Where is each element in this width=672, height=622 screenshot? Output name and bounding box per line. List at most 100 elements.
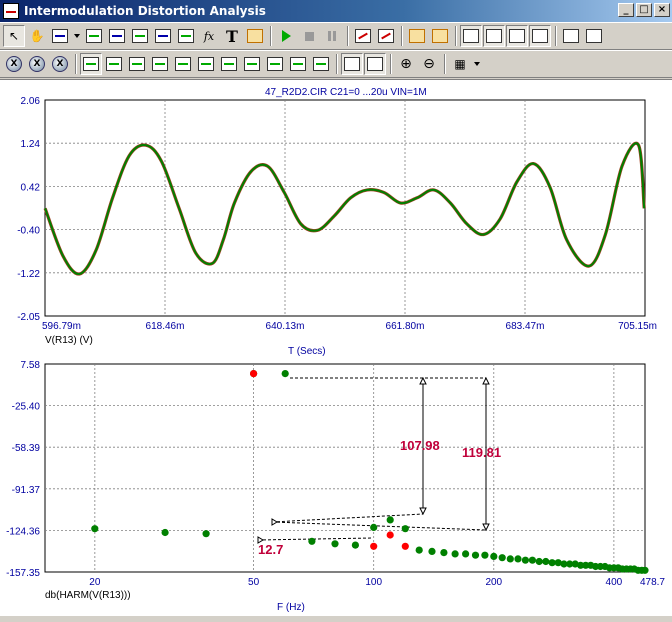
select-tool-button[interactable]: ↖ [3, 25, 25, 47]
top-x-tick-label: 683.47m [506, 321, 545, 332]
top-x-ticks: 596.79m 618.46m 640.13m 661.80m 683.47m 705.1… [42, 321, 657, 332]
tile-vertical-button[interactable] [583, 25, 605, 47]
fit-x-button[interactable] [341, 53, 363, 75]
hand-icon: ✋ [29, 29, 45, 43]
x2-button[interactable]: X [26, 53, 48, 75]
harmonic-point [535, 557, 543, 566]
cursor-green-button[interactable] [375, 25, 397, 47]
top-y-ticks: 2.06 1.24 0.42 -0.40 -1.22 -2.05 [17, 96, 40, 323]
layout-icon [532, 29, 548, 43]
tag-button[interactable] [310, 53, 332, 75]
close-button[interactable]: × [654, 3, 670, 17]
peak-button[interactable] [80, 53, 102, 75]
inflect-button[interactable] [287, 53, 309, 75]
marker-icon [247, 29, 263, 43]
grid-dropdown-button[interactable] [472, 53, 482, 75]
toolbar-separator [336, 54, 338, 74]
toolbar-separator [455, 26, 457, 46]
valley-icon [106, 57, 122, 71]
copy-icon [52, 29, 68, 43]
arrow-pointer-icon: ↖ [8, 29, 20, 43]
copy-button[interactable] [49, 25, 71, 47]
down-button[interactable] [195, 53, 217, 75]
slope-icon [267, 57, 283, 71]
fit-y-button[interactable] [364, 53, 386, 75]
arrow-down-icon [482, 523, 490, 532]
zoom-out-icon: ⊖ [423, 56, 435, 72]
harmonic-point [514, 555, 522, 563]
label-button[interactable] [175, 25, 197, 47]
bottom-y-ticks: 7.58 -25.40 -58.39 -91.37 -124.36 -157.35 [6, 360, 40, 579]
chart-button[interactable] [152, 25, 174, 47]
harmonic-point [370, 523, 378, 531]
copy-dropdown-button[interactable] [72, 25, 82, 47]
title-bar[interactable]: Intermodulation Distortion Analysis _ □ … [0, 0, 672, 22]
harmonic-point [462, 550, 470, 558]
harmonic-point [451, 550, 459, 558]
slope-button[interactable] [264, 53, 286, 75]
bottom-y-tick-label: -58.39 [12, 443, 41, 454]
up-icon [175, 57, 191, 71]
layout1-button[interactable] [460, 25, 482, 47]
top-x-tick-label: 705.15m [618, 321, 657, 332]
toolbar-separator [270, 26, 272, 46]
window2-button[interactable] [429, 25, 451, 47]
layout2-button[interactable] [483, 25, 505, 47]
top-x-tick-label: 661.80m [386, 321, 425, 332]
maximize-button[interactable]: □ [636, 3, 652, 17]
stop-button[interactable] [298, 25, 320, 47]
green-cursor-icon [378, 29, 394, 43]
window-title: Intermodulation Distortion Analysis [24, 4, 266, 18]
window1-button[interactable] [406, 25, 428, 47]
x-circle-icon: X [52, 56, 68, 72]
zoom-out-button[interactable]: ⊖ [418, 53, 440, 75]
right-button[interactable] [241, 53, 263, 75]
top-trace[interactable] [43, 141, 646, 276]
app-icon [3, 3, 19, 19]
red-cursor-icon [355, 29, 371, 43]
layout3-button[interactable] [506, 25, 528, 47]
scale-button[interactable] [83, 25, 105, 47]
pause-button[interactable] [321, 25, 343, 47]
harmonic-point [490, 552, 498, 560]
high-button[interactable] [126, 53, 148, 75]
format-button[interactable] [106, 25, 128, 47]
grid-button[interactable]: ▦ [449, 53, 471, 75]
scale-icon [86, 29, 102, 43]
bottom-points[interactable] [91, 370, 649, 574]
main-toolbar: ↖ ✋ fx T [0, 22, 672, 50]
valley-button[interactable] [103, 53, 125, 75]
low-button[interactable] [149, 53, 171, 75]
harmonic-point [351, 541, 359, 549]
layout4-button[interactable] [529, 25, 551, 47]
bottom-x-tick-label: 50 [248, 577, 260, 588]
left-button[interactable] [218, 53, 240, 75]
plot-area[interactable]: 47_R2D2.CIR C21=0 ...20u VIN=1M 2.06 1.24… [0, 79, 672, 616]
marker-button[interactable] [244, 25, 266, 47]
bottom-y-tick-label: -91.37 [12, 485, 41, 496]
stop-icon [304, 31, 314, 41]
x1-button[interactable]: X [3, 53, 25, 75]
bottom-grid [45, 364, 645, 572]
top-y-tick-label: 2.06 [21, 96, 41, 107]
up-button[interactable] [172, 53, 194, 75]
text-button[interactable]: T [221, 25, 243, 47]
peak-icon [83, 57, 99, 71]
tile-horizontal-button[interactable] [560, 25, 582, 47]
fx-button[interactable]: fx [198, 25, 220, 47]
top-x-tick-label: 640.13m [266, 321, 305, 332]
pan-tool-button[interactable]: ✋ [26, 25, 48, 47]
caption-buttons: _ □ × [618, 3, 670, 17]
top-y-tick-label: -0.40 [17, 226, 40, 237]
x3-button[interactable]: X [49, 53, 71, 75]
run-button[interactable] [275, 25, 297, 47]
harmonic-point [386, 516, 394, 524]
bottom-trace-label: db(HARM(V(R13))) [45, 590, 131, 601]
cursor-red-button[interactable] [352, 25, 374, 47]
zoom-in-button[interactable]: ⊕ [395, 53, 417, 75]
bottom-x-tick-label: 100 [365, 577, 382, 588]
top-trace-shadow [43, 141, 646, 276]
minimize-button[interactable]: _ [618, 3, 634, 17]
graph-button[interactable] [129, 25, 151, 47]
dim-line-low [271, 521, 487, 531]
